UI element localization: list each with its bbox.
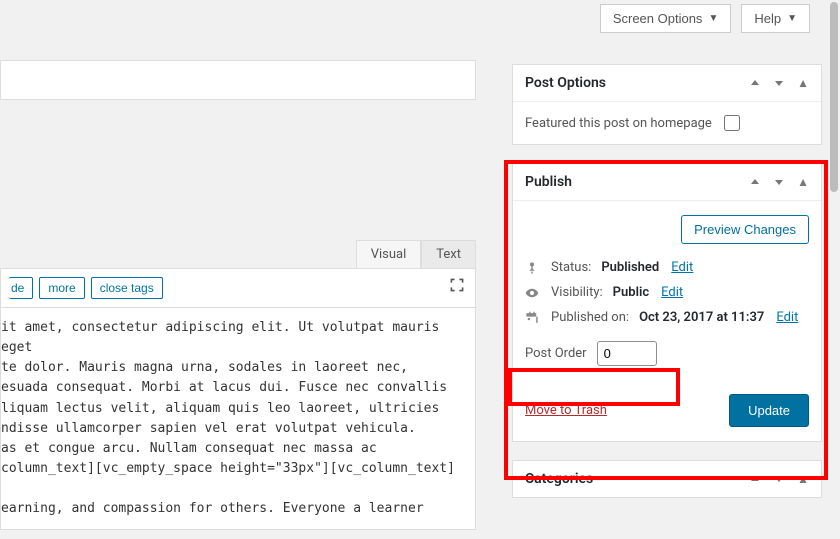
chevron-down-icon: ▼ bbox=[787, 13, 797, 24]
calendar-icon bbox=[525, 311, 541, 325]
quicktags-toolbar: de more close tags bbox=[0, 268, 476, 308]
edit-status-link[interactable]: Edit bbox=[671, 260, 693, 275]
screen-options-button[interactable]: Screen Options ▼ bbox=[600, 4, 732, 33]
panel-title: Categories bbox=[525, 471, 593, 487]
featured-checkbox[interactable] bbox=[724, 115, 740, 131]
screen-options-label: Screen Options bbox=[613, 11, 703, 26]
quicktag-close-tags[interactable]: close tags bbox=[91, 277, 163, 299]
tab-visual[interactable]: Visual bbox=[356, 240, 422, 268]
published-value: Oct 23, 2017 at 11:37 bbox=[639, 310, 764, 325]
post-order-label: Post Order bbox=[525, 346, 587, 361]
featured-checkbox-row[interactable]: Featured this post on homepage bbox=[525, 112, 809, 134]
published-label: Published on: bbox=[551, 310, 629, 325]
quicktag-more[interactable]: more bbox=[39, 277, 84, 299]
move-down-icon[interactable] bbox=[773, 473, 785, 485]
help-label: Help bbox=[754, 11, 781, 26]
toggle-panel-icon[interactable]: ▲ bbox=[797, 472, 809, 486]
panel-categories: Categories ▲ bbox=[512, 460, 822, 498]
edit-date-link[interactable]: Edit bbox=[776, 310, 798, 325]
move-up-icon[interactable] bbox=[749, 77, 761, 89]
panel-publish: Publish ▲ Preview Changes Status: Publis… bbox=[512, 163, 822, 442]
edit-visibility-link[interactable]: Edit bbox=[661, 285, 683, 300]
preview-changes-button[interactable]: Preview Changes bbox=[681, 215, 809, 244]
move-down-icon[interactable] bbox=[773, 176, 785, 188]
panel-post-options: Post Options ▲ Featured this post on hom… bbox=[512, 64, 822, 145]
featured-label: Featured this post on homepage bbox=[525, 116, 712, 131]
post-order-input[interactable] bbox=[597, 341, 657, 366]
move-up-icon[interactable] bbox=[749, 176, 761, 188]
toggle-panel-icon[interactable]: ▲ bbox=[797, 76, 809, 90]
move-up-icon[interactable] bbox=[749, 473, 761, 485]
help-button[interactable]: Help ▼ bbox=[741, 4, 810, 33]
visibility-label: Visibility: bbox=[551, 285, 603, 300]
visibility-icon bbox=[525, 286, 541, 300]
status-value: Published bbox=[601, 260, 659, 275]
tab-text[interactable]: Text bbox=[421, 240, 476, 268]
move-to-trash-link[interactable]: Move to Trash bbox=[525, 403, 607, 418]
move-down-icon[interactable] bbox=[773, 77, 785, 89]
panel-title: Post Options bbox=[525, 75, 606, 91]
fullscreen-icon[interactable] bbox=[449, 277, 465, 293]
toggle-panel-icon[interactable]: ▲ bbox=[797, 175, 809, 189]
page-scrollbar[interactable] bbox=[830, 2, 838, 192]
panel-title: Publish bbox=[525, 174, 572, 190]
chevron-down-icon: ▼ bbox=[708, 13, 718, 24]
post-title-input[interactable] bbox=[0, 60, 476, 100]
update-button[interactable]: Update bbox=[729, 394, 809, 427]
quicktag-de[interactable]: de bbox=[9, 277, 33, 299]
visibility-value: Public bbox=[613, 285, 649, 300]
status-label: Status: bbox=[551, 260, 591, 275]
pin-icon bbox=[525, 261, 541, 275]
content-textarea[interactable]: it amet, consectetur adipiscing elit. Ut… bbox=[0, 308, 476, 530]
